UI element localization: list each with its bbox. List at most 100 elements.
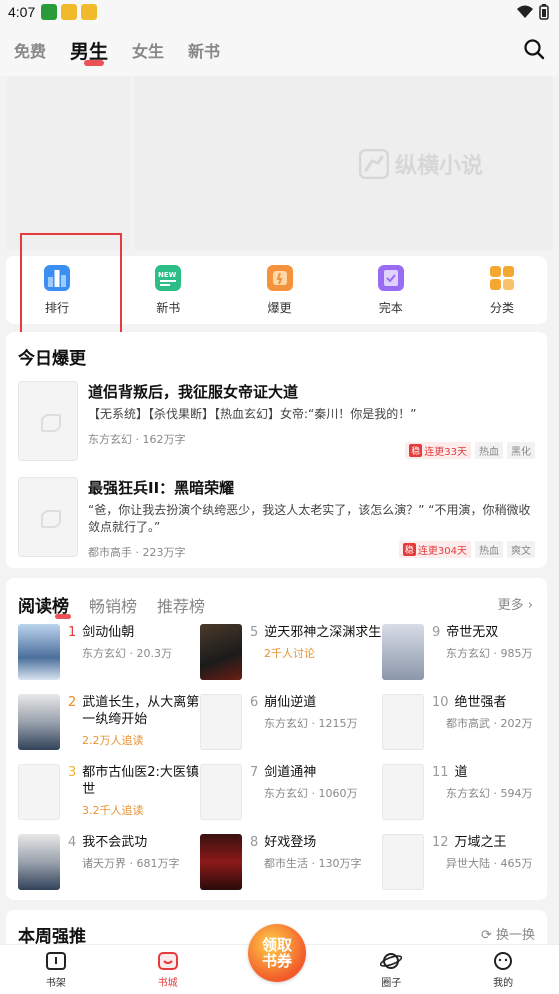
book-cover[interactable] (200, 694, 242, 750)
genre-tag: 爽文 (507, 541, 535, 558)
book-cover[interactable] (382, 624, 424, 680)
section-title: 今日爆更 (18, 349, 86, 369)
zongheng-logo: 纵横小说 (358, 148, 483, 180)
book-title[interactable]: 万域之王 (455, 834, 507, 851)
book-cover[interactable] (382, 694, 424, 750)
book-desc: 【无系统】【杀伐果断】【热血玄幻】女帝:“秦川！你是我的！” (88, 407, 417, 421)
quick-item-complete[interactable]: 完本 (366, 264, 416, 316)
rank-number: 2 (68, 695, 77, 710)
book-title[interactable]: 武道长生，从大离第一纨绔开始 (82, 694, 200, 728)
today-updates-section: 今日爆更 道侣背叛后，我征服女帝证大道 【无系统】【杀伐果断】【热血玄幻】女帝:… (6, 332, 547, 568)
rank-number: 4 (68, 835, 77, 850)
tab-reading-rank[interactable]: 阅读榜 (18, 592, 71, 619)
book-cover[interactable] (18, 381, 78, 461)
book-title[interactable]: 道 (455, 764, 468, 781)
book-cover[interactable] (200, 764, 242, 820)
banner-image-placeholder[interactable] (6, 76, 130, 250)
quick-item-label: 完本 (378, 300, 403, 315)
book-cover[interactable] (382, 834, 424, 890)
genre-tag: 黑化 (507, 442, 535, 459)
quick-item-new-book[interactable]: NEW 新书 (143, 264, 193, 316)
rank-item[interactable]: 2 武道长生，从大离第一纨绔开始 2.2万人追读 (18, 694, 200, 750)
banner-image-placeholder[interactable]: 纵横小说 (134, 76, 553, 250)
book-title[interactable]: 逆天邪神之深渊求生 (264, 624, 381, 641)
book-cover[interactable] (18, 624, 60, 680)
tab-male[interactable]: 男生 (70, 37, 108, 66)
streak-badge: 稳连更33天 (405, 442, 471, 459)
rank-item[interactable]: 12 万域之王 异世大陆 · 465万 (382, 834, 538, 890)
burst-update-icon (266, 264, 293, 291)
bottom-tab-circle[interactable]: 圈子 (361, 951, 421, 989)
book-cover[interactable] (18, 477, 78, 557)
search-icon[interactable] (523, 38, 545, 60)
book-title[interactable]: 帝世无双 (446, 624, 498, 641)
rank-item[interactable]: 4 我不会武功 诸天万界 · 681万字 (18, 834, 200, 890)
bottom-tab-label: 书城 (157, 977, 178, 989)
book-cover[interactable] (18, 694, 60, 750)
tab-female[interactable]: 女生 (132, 38, 164, 62)
rank-number: 6 (250, 695, 259, 710)
quick-item-category[interactable]: 分类 (477, 265, 527, 316)
book-card[interactable]: 最强狂兵II：黑暗荣耀 “爸，你让我去扮演个纨绔恶少，我这人太老实了，该怎么演？… (18, 477, 535, 560)
stable-badge: 稳 (402, 543, 416, 556)
book-sub: 2千人讨论 (264, 647, 315, 660)
rank-item[interactable]: 3 都市古仙医2:大医镇世 3.2千人追读 (18, 764, 200, 820)
rank-item[interactable]: 6 崩仙逆道 东方玄幻 · 1215万 (200, 694, 382, 750)
bottom-tab-label: 圈子 (381, 977, 402, 989)
rank-item[interactable]: 10 绝世强者 都市高武 · 202万 (382, 694, 538, 750)
book-title[interactable]: 好戏登场 (264, 834, 316, 851)
book-sub: 东方玄幻 · 20.3万 (82, 647, 172, 660)
book-title[interactable]: 最强狂兵II：黑暗荣耀 (88, 477, 535, 498)
genre-tag: 热血 (475, 541, 503, 558)
book-title[interactable]: 道侣背叛后，我征服女帝证大道 (88, 381, 535, 402)
svg-text:NEW: NEW (158, 271, 177, 279)
book-cover[interactable] (200, 624, 242, 680)
book-sub: 都市高武 · 202万 (446, 717, 533, 730)
book-title[interactable]: 剑道通神 (264, 764, 316, 781)
more-label: 更多 (497, 598, 524, 613)
book-title[interactable]: 绝世强者 (455, 694, 507, 711)
book-sub: 3.2千人追读 (82, 804, 144, 817)
rank-item[interactable]: 5 逆天邪神之深渊求生 2千人讨论 (200, 624, 382, 680)
tab-free[interactable]: 免费 (14, 38, 46, 62)
refresh-button[interactable]: ⟳ 换一换 (481, 924, 535, 943)
quick-item-burst-update[interactable]: 爆更 (255, 264, 305, 316)
rank-number: 1 (68, 625, 77, 640)
rank-item[interactable]: 9 帝世无双 东方玄幻 · 985万 (382, 624, 538, 680)
rank-item[interactable]: 8 好戏登场 都市生活 · 130万字 (200, 834, 382, 890)
book-title[interactable]: 都市古仙医2:大医镇世 (82, 764, 200, 798)
top-nav: 免费 男生 女生 新书 (0, 24, 559, 76)
tab-new[interactable]: 新书 (188, 38, 220, 62)
tab-recommend-rank[interactable]: 推荐榜 (157, 593, 205, 617)
bottom-tab-bookstore[interactable]: 书城 (138, 951, 198, 989)
book-cover[interactable] (382, 764, 424, 820)
promo-line-2: 书券 (261, 952, 292, 970)
planet-icon (380, 952, 403, 969)
bottom-tab-bookshelf[interactable]: 书架 (26, 951, 86, 989)
wifi-icon (517, 5, 533, 18)
book-sub: 东方玄幻 · 985万 (446, 647, 533, 660)
bottom-tab-profile[interactable]: 我的 (473, 951, 533, 989)
promo-line-1: 领取 (261, 936, 292, 954)
rank-item[interactable]: 7 剑道通神 东方玄幻 · 1060万 (200, 764, 382, 820)
book-cover[interactable] (18, 764, 60, 820)
quick-item-label: 分类 (489, 300, 514, 315)
book-title[interactable]: 剑动仙朝 (82, 624, 134, 641)
stable-badge: 稳 (409, 444, 423, 457)
book-cover[interactable] (18, 834, 60, 890)
rank-number: 3 (68, 765, 77, 780)
banner-carousel[interactable]: 纵横小说 (6, 76, 553, 250)
book-card[interactable]: 道侣背叛后，我征服女帝证大道 【无系统】【杀伐果断】【热血玄幻】女帝:“秦川！你… (18, 381, 535, 461)
rank-item[interactable]: 11 道东方玄幻 · 594万 (382, 764, 538, 820)
tab-underline (84, 59, 105, 66)
quick-item-label: 新书 (156, 300, 181, 315)
book-title[interactable]: 崩仙逆道 (264, 694, 316, 711)
quick-item-label: 爆更 (267, 300, 292, 315)
claim-coupon-button[interactable]: 领取 书券 (248, 924, 306, 982)
more-link[interactable]: 更多 › (498, 594, 533, 613)
horse-logo-icon (358, 149, 389, 179)
tab-bestseller-rank[interactable]: 畅销榜 (89, 593, 137, 617)
book-title[interactable]: 我不会武功 (82, 834, 147, 851)
rank-item[interactable]: 1 剑动仙朝东方玄幻 · 20.3万 (18, 624, 200, 680)
book-cover[interactable] (200, 834, 242, 890)
